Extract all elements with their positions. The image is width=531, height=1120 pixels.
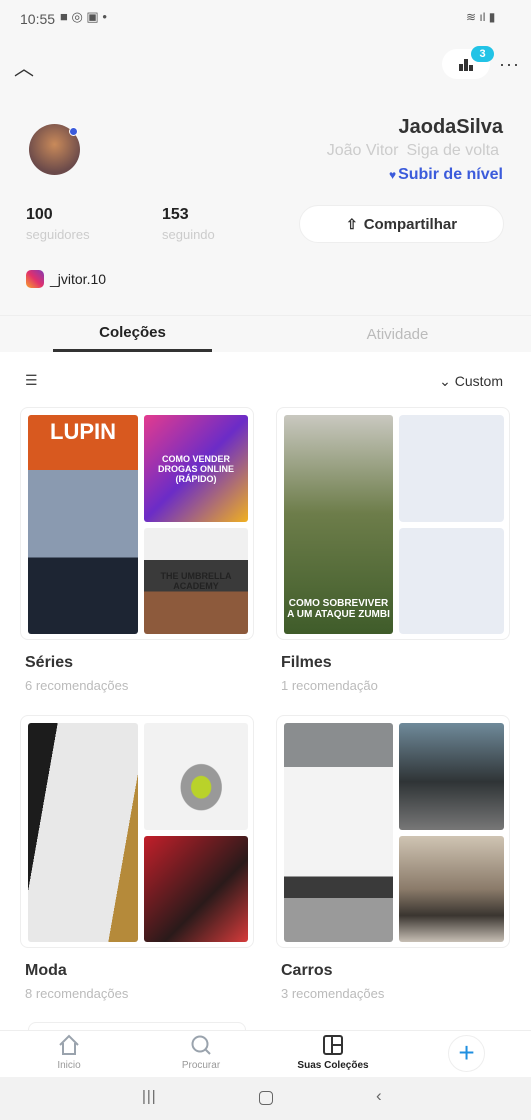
system-status-icons: ≋ ıl ▮ [466, 10, 496, 24]
collection-title[interactable]: Carros [281, 962, 333, 980]
home-system-icon[interactable] [259, 1091, 273, 1105]
nav-label: Suas Coleções [297, 1060, 369, 1071]
tab-colecoes[interactable]: Coleções [53, 316, 212, 352]
collection-title[interactable]: Séries [25, 654, 73, 672]
list-view-icon[interactable]: ☰ [25, 372, 38, 389]
home-icon [59, 1034, 79, 1055]
collection-count: 1 recomendação [281, 678, 378, 693]
collection-card-series[interactable]: LUPIN COMO VENDER DROGAS ONLINE (RÁPIDO)… [20, 407, 254, 640]
nav-procurar[interactable]: Procurar [146, 1034, 256, 1071]
tab-atividade[interactable]: Atividade [318, 316, 477, 352]
collections-icon [323, 1035, 343, 1055]
share-button[interactable]: ⇧ Compartilhar [299, 205, 504, 243]
sort-dropdown[interactable]: ⌄ Custom [439, 373, 503, 390]
diamond-icon: ♥ [388, 168, 397, 182]
search-icon [191, 1035, 211, 1055]
empty-slot [399, 415, 504, 522]
collection-card-filmes[interactable]: COMO SOBREVIVER A UM ATAQUE ZUMBI [276, 407, 510, 640]
status-icons: ■ ◎ ▣ • [60, 9, 107, 24]
following-stat[interactable]: 153 seguindo [162, 206, 215, 242]
image-sneaker [144, 723, 248, 830]
following-count: 153 [162, 206, 189, 223]
status-time: 10:55 [20, 11, 56, 27]
add-collection-button[interactable]: + [448, 1035, 485, 1072]
nav-label: Procurar [181, 1060, 221, 1071]
username: JaodaSilva [398, 116, 503, 138]
instagram-icon [26, 270, 44, 288]
followers-count: 100 [26, 206, 53, 223]
image-white-porsche [284, 723, 393, 942]
poster-umbrella-academy: THE UMBRELLA ACADEMY [144, 528, 248, 634]
instagram-link[interactable]: _jvitor.10 [26, 270, 106, 288]
share-icon: ⇧ [345, 215, 358, 232]
poster-como-vender-drogas: COMO VENDER DROGAS ONLINE (RÁPIDO) [144, 415, 248, 522]
poster-lupin: LUPIN [28, 415, 138, 634]
online-dot [69, 127, 78, 136]
share-label: Compartilhar [363, 215, 458, 233]
followers-stat[interactable]: 100 seguidores [26, 206, 90, 242]
level-up-label: Subir de nível [398, 166, 503, 183]
display-name: João Vitor [326, 142, 399, 159]
plus-icon: + [458, 1037, 475, 1068]
collection-count: 8 recomendações [25, 986, 129, 1001]
empty-slot [399, 528, 504, 634]
instagram-handle: _jvitor.10 [50, 271, 107, 287]
collection-card-moda[interactable] [20, 715, 254, 948]
collection-count: 3 recomendações [281, 986, 385, 1001]
sort-label: Custom [454, 373, 503, 389]
bar-chart-icon [459, 59, 473, 71]
image-aston-martin [399, 836, 504, 942]
follow-back-link[interactable]: Siga de volta [406, 142, 499, 160]
notification-badge: 3 [471, 46, 494, 62]
back-icon[interactable]: ‹ [376, 1086, 382, 1106]
image-jordans [144, 836, 248, 942]
collection-count: 6 recomendações [25, 678, 129, 693]
chevron-down-icon: ⌄ [439, 373, 455, 389]
nav-label: Inicio [57, 1060, 81, 1071]
collection-card-carros[interactable] [276, 715, 510, 948]
poster-ataque-zumbi: COMO SOBREVIVER A UM ATAQUE ZUMBI [284, 415, 393, 634]
collection-title[interactable]: Moda [25, 962, 67, 980]
nav-inicio[interactable]: Inicio [14, 1034, 124, 1071]
image-pants [28, 723, 138, 942]
nav-suas-colecoes[interactable]: Suas Coleções [278, 1034, 388, 1071]
collection-title[interactable]: Filmes [281, 654, 332, 672]
collapse-chevron-icon[interactable]: ︿ [14, 52, 34, 81]
profile-subline: João Vitor Siga de volta [327, 142, 499, 160]
recent-apps-icon[interactable]: ||| [142, 1088, 157, 1105]
more-options-icon[interactable]: ··· [499, 54, 520, 75]
level-up-link[interactable]: ♥ Subir de nível [389, 166, 503, 184]
following-label: seguindo [162, 227, 215, 242]
followers-label: seguidores [26, 227, 90, 242]
image-grey-porsche [399, 723, 504, 830]
